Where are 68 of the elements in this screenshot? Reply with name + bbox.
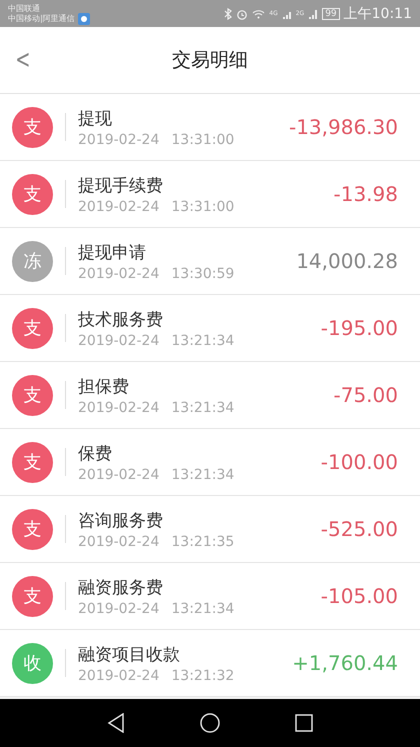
transaction-time: 13:21:34 bbox=[171, 466, 234, 482]
transaction-row[interactable]: 支 咨询服务费 2019-02-24 13:21:35 -525.00 bbox=[0, 496, 420, 563]
type-badge: 支 bbox=[12, 308, 53, 348]
transaction-date: 2019-02-24 bbox=[78, 534, 160, 550]
alarm-icon bbox=[236, 8, 248, 20]
transaction-time: 13:31:00 bbox=[171, 198, 234, 214]
battery-level: 99 bbox=[322, 8, 340, 20]
transaction-name: 融资服务费 bbox=[78, 576, 164, 598]
bluetooth-icon bbox=[224, 8, 232, 20]
transaction-time: 13:21:34 bbox=[171, 332, 234, 348]
transaction-name: 担保费 bbox=[78, 376, 130, 398]
type-badge: 支 bbox=[12, 106, 53, 148]
transaction-name: 咨询服务费 bbox=[78, 510, 164, 532]
transaction-row[interactable]: 支 技术服务费 2019-02-24 13:21:34 -195.00 bbox=[0, 295, 420, 362]
signal-icon bbox=[308, 8, 318, 18]
transaction-row[interactable]: 支 担保费 2019-02-24 13:21:34 -75.00 bbox=[0, 362, 420, 429]
transaction-row[interactable]: 冻 提现申请 2019-02-24 13:30:59 14,000.28 bbox=[0, 228, 420, 295]
transaction-date: 2019-02-24 bbox=[78, 668, 160, 684]
wifi-icon bbox=[252, 8, 266, 18]
transaction-time: 13:21:34 bbox=[171, 600, 234, 616]
type-badge: 支 bbox=[12, 374, 53, 416]
transaction-time: 13:21:35 bbox=[171, 534, 234, 550]
transaction-name: 融资项目收款 bbox=[78, 644, 181, 666]
transaction-amount: +1,760.44 bbox=[292, 651, 398, 675]
transaction-amount: -100.00 bbox=[320, 450, 398, 474]
transaction-time: 13:31:00 bbox=[171, 132, 234, 148]
page-title: 交易明细 bbox=[172, 48, 248, 73]
transaction-amount: -13,986.30 bbox=[288, 115, 398, 139]
type-badge: 支 bbox=[12, 508, 53, 550]
transaction-time: 13:21:32 bbox=[171, 668, 234, 684]
transaction-row[interactable]: 支 提现 2019-02-24 13:31:00 -13,986.30 bbox=[0, 94, 420, 161]
carrier-name: 中国移动|阿里通信 bbox=[8, 14, 75, 24]
type-badge: 收 bbox=[12, 642, 53, 684]
transaction-time: 13:30:59 bbox=[171, 266, 234, 282]
transaction-row[interactable]: 支 保费 2019-02-24 13:21:34 -100.00 bbox=[0, 429, 420, 496]
transaction-amount: 14,000.28 bbox=[296, 249, 398, 273]
transaction-amount: -525.00 bbox=[320, 517, 398, 541]
home-nav-icon[interactable] bbox=[200, 713, 220, 733]
transaction-date: 2019-02-24 bbox=[78, 600, 160, 616]
type-badge: 支 bbox=[12, 174, 53, 214]
transaction-name: 提现手续费 bbox=[78, 174, 164, 196]
type-badge: 支 bbox=[12, 442, 53, 482]
transaction-date: 2019-02-24 bbox=[78, 466, 160, 482]
back-nav-icon[interactable] bbox=[107, 713, 126, 733]
transaction-date: 2019-02-24 bbox=[78, 332, 160, 348]
type-badge: 冻 bbox=[12, 240, 53, 282]
transaction-date: 2019-02-24 bbox=[78, 198, 160, 214]
clock: 上午10:11 bbox=[344, 4, 412, 22]
transaction-date: 2019-02-24 bbox=[78, 132, 160, 148]
transaction-row[interactable]: 支 融资服务费 2019-02-24 13:21:34 -105.00 bbox=[0, 563, 420, 630]
transaction-name: 提现申请 bbox=[78, 242, 147, 264]
transaction-name: 保费 bbox=[78, 442, 113, 464]
app-notification-icon bbox=[78, 13, 90, 25]
transaction-row[interactable]: 支 提现手续费 2019-02-24 13:31:00 -13.98 bbox=[0, 161, 420, 228]
transaction-amount: -195.00 bbox=[320, 316, 398, 340]
transaction-amount: -13.98 bbox=[334, 182, 398, 206]
transaction-name: 提现 bbox=[78, 108, 113, 130]
transaction-amount: -105.00 bbox=[320, 584, 398, 608]
transaction-amount: -75.00 bbox=[334, 383, 398, 407]
transaction-row[interactable]: 收 融资项目收款 2019-02-24 13:21:32 +1,760.44 bbox=[0, 630, 420, 697]
back-button[interactable]: < bbox=[15, 45, 31, 75]
transaction-date: 2019-02-24 bbox=[78, 400, 160, 416]
type-badge: 支 bbox=[12, 576, 53, 616]
carrier-name: 中国联通 bbox=[8, 4, 41, 14]
recents-nav-icon[interactable] bbox=[294, 714, 313, 732]
transaction-name: 技术服务费 bbox=[78, 308, 164, 330]
transaction-time: 13:21:34 bbox=[171, 400, 234, 416]
transaction-date: 2019-02-24 bbox=[78, 266, 160, 282]
